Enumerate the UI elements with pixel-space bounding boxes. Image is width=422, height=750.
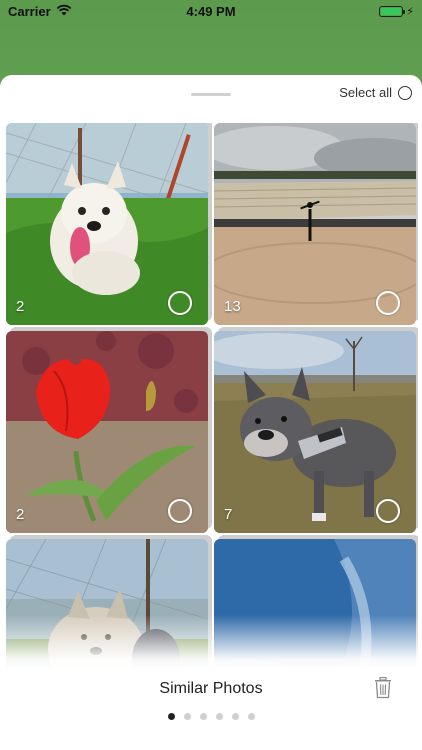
similar-photos-sheet: Select all 2 13 2 7 Similar Photos (0, 75, 422, 750)
photo-group-cell[interactable]: 13 (214, 123, 418, 325)
photo-grid: 2 13 2 7 (6, 123, 418, 668)
select-all-button[interactable]: Select all (339, 85, 412, 100)
status-time: 4:49 PM (186, 3, 236, 19)
wifi-icon (56, 4, 72, 19)
photo-thumbnail[interactable]: 13 (214, 123, 416, 325)
photo-group-cell[interactable]: 7 (214, 327, 418, 533)
page-title: Similar Photos (159, 680, 263, 697)
photo-thumbnail[interactable]: 2 (6, 123, 208, 325)
status-bar: Carrier 4:49 PM ⚡ (0, 0, 422, 22)
status-left: Carrier (8, 4, 72, 19)
photo-thumbnail[interactable]: 2 (6, 331, 208, 533)
photo-thumbnail[interactable]: 7 (214, 331, 416, 533)
page-indicator[interactable] (0, 713, 422, 720)
page-dot[interactable] (183, 713, 191, 720)
page-dot[interactable] (215, 713, 223, 720)
photo-group-cell[interactable]: 2 (6, 123, 212, 325)
photo-count: 7 (224, 506, 233, 523)
select-circle-icon[interactable] (376, 291, 400, 315)
grid-fade-overlay (0, 615, 422, 670)
select-all-circle-icon (398, 85, 412, 100)
select-all-label: Select all (339, 85, 392, 100)
page-dot[interactable] (247, 713, 255, 720)
status-right: ⚡ (379, 5, 414, 18)
page-dot[interactable] (231, 713, 239, 720)
select-circle-icon[interactable] (376, 499, 400, 523)
battery-icon (379, 5, 406, 17)
page-dot[interactable] (199, 713, 207, 720)
photo-count: 2 (16, 298, 25, 315)
sheet-grabber[interactable] (191, 93, 231, 96)
photo-count: 13 (224, 298, 241, 315)
photo-count: 2 (16, 506, 25, 523)
page-dot[interactable] (167, 713, 175, 720)
battery-fill (381, 7, 402, 15)
select-circle-icon[interactable] (168, 291, 192, 315)
trash-icon[interactable] (374, 676, 392, 699)
carrier-label: Carrier (8, 3, 51, 19)
select-circle-icon[interactable] (168, 499, 192, 523)
photo-group-cell[interactable]: 2 (6, 327, 212, 533)
charging-bolt-icon: ⚡ (406, 5, 414, 18)
